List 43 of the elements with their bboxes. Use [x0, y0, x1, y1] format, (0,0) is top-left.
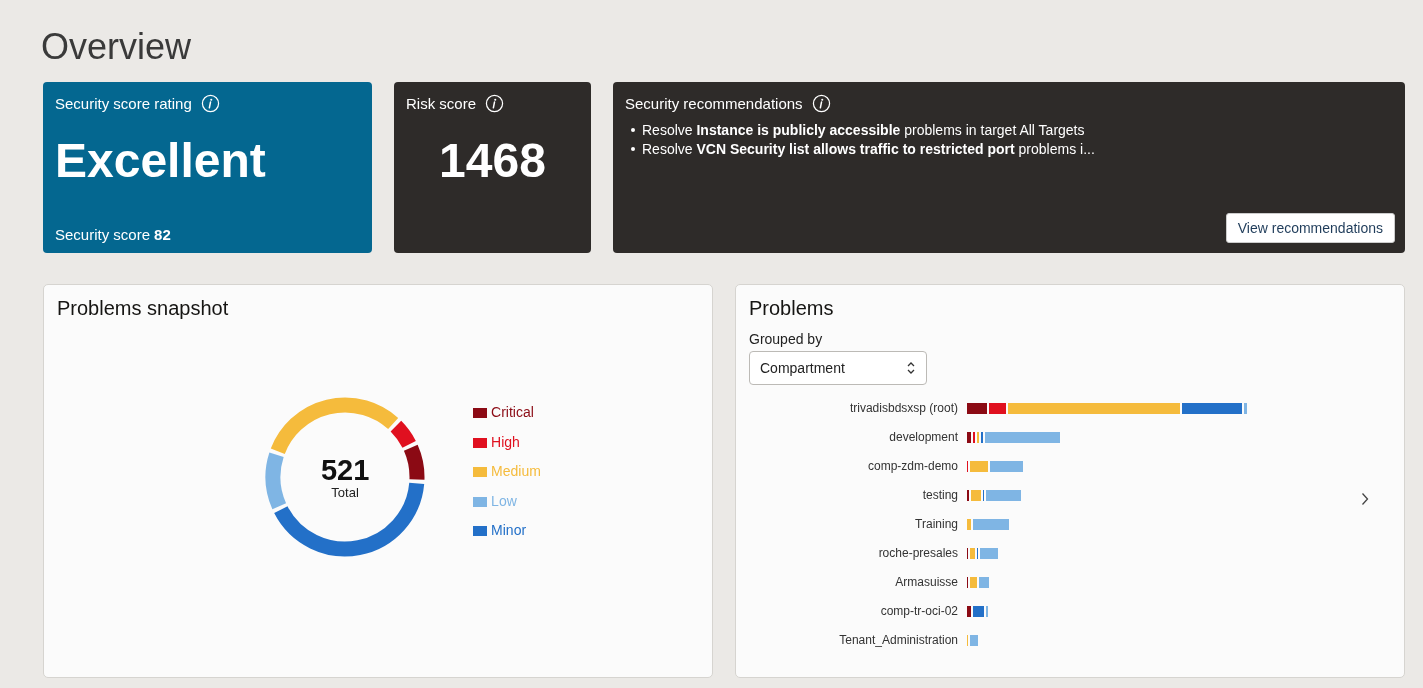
- row-label: trivadisbdsxsp (root): [848, 401, 958, 415]
- score-label: Security score: [55, 226, 151, 243]
- row-label: comp-tr-oci-02: [879, 604, 958, 618]
- row-label: Armasuisse: [894, 575, 958, 589]
- stacked-bar-drawing: [967, 576, 991, 588]
- card-title: Risk score: [406, 95, 476, 112]
- card-title: Security recommendations: [625, 95, 803, 112]
- total-value: 521: [320, 454, 370, 485]
- row-label: testing: [921, 488, 958, 502]
- panel-title: Problems: [749, 297, 835, 319]
- row-label: comp-zdm-demo: [866, 459, 958, 473]
- stacked-bar-drawing: [967, 518, 1011, 530]
- risk-value: 1468: [438, 133, 547, 188]
- score-value: 82: [154, 226, 171, 243]
- recommendation-text: Resolve Instance is publicly accessible problems in target All Targets: [642, 122, 1085, 138]
- page-title: Overview: [41, 25, 193, 69]
- panel-title: Problems snapshot: [57, 297, 230, 319]
- card-title: Security score rating: [55, 95, 192, 112]
- info-icon[interactable]: [200, 94, 220, 113]
- row-label: Training: [914, 517, 958, 531]
- group-select[interactable]: Compartment: [749, 351, 927, 385]
- rating-value: Excellent: [55, 133, 267, 188]
- total-label: Total: [331, 484, 359, 500]
- row-label: Tenant_Administration: [838, 633, 958, 647]
- view-recommendations-button[interactable]: View recommendations: [1225, 213, 1395, 243]
- info-icon[interactable]: [811, 94, 831, 113]
- stacked-bar-drawing: [967, 547, 1000, 559]
- row-label: development: [888, 430, 958, 444]
- bullet-icon: [631, 147, 635, 151]
- legend-label[interactable]: Critical: [491, 403, 534, 423]
- field-label: Grouped by: [749, 331, 824, 347]
- row-label: roche-presales: [877, 546, 958, 560]
- legend-label[interactable]: High: [491, 432, 520, 453]
- stacked-bar-drawing: [967, 634, 980, 646]
- chevron-right-icon[interactable]: [1361, 492, 1369, 506]
- stacked-bar-drawing: [967, 605, 990, 617]
- info-icon[interactable]: [485, 94, 504, 113]
- recommendation-text: Resolve VCN Security list allows traffic to restricted port problems i...: [642, 141, 1095, 157]
- stacked-bar-drawing: [967, 489, 1023, 501]
- bullet-icon: [631, 128, 635, 132]
- up-down-chevron-icon: [906, 360, 916, 376]
- legend-label[interactable]: Minor: [491, 521, 527, 541]
- stacked-bar-drawing: [967, 460, 1025, 472]
